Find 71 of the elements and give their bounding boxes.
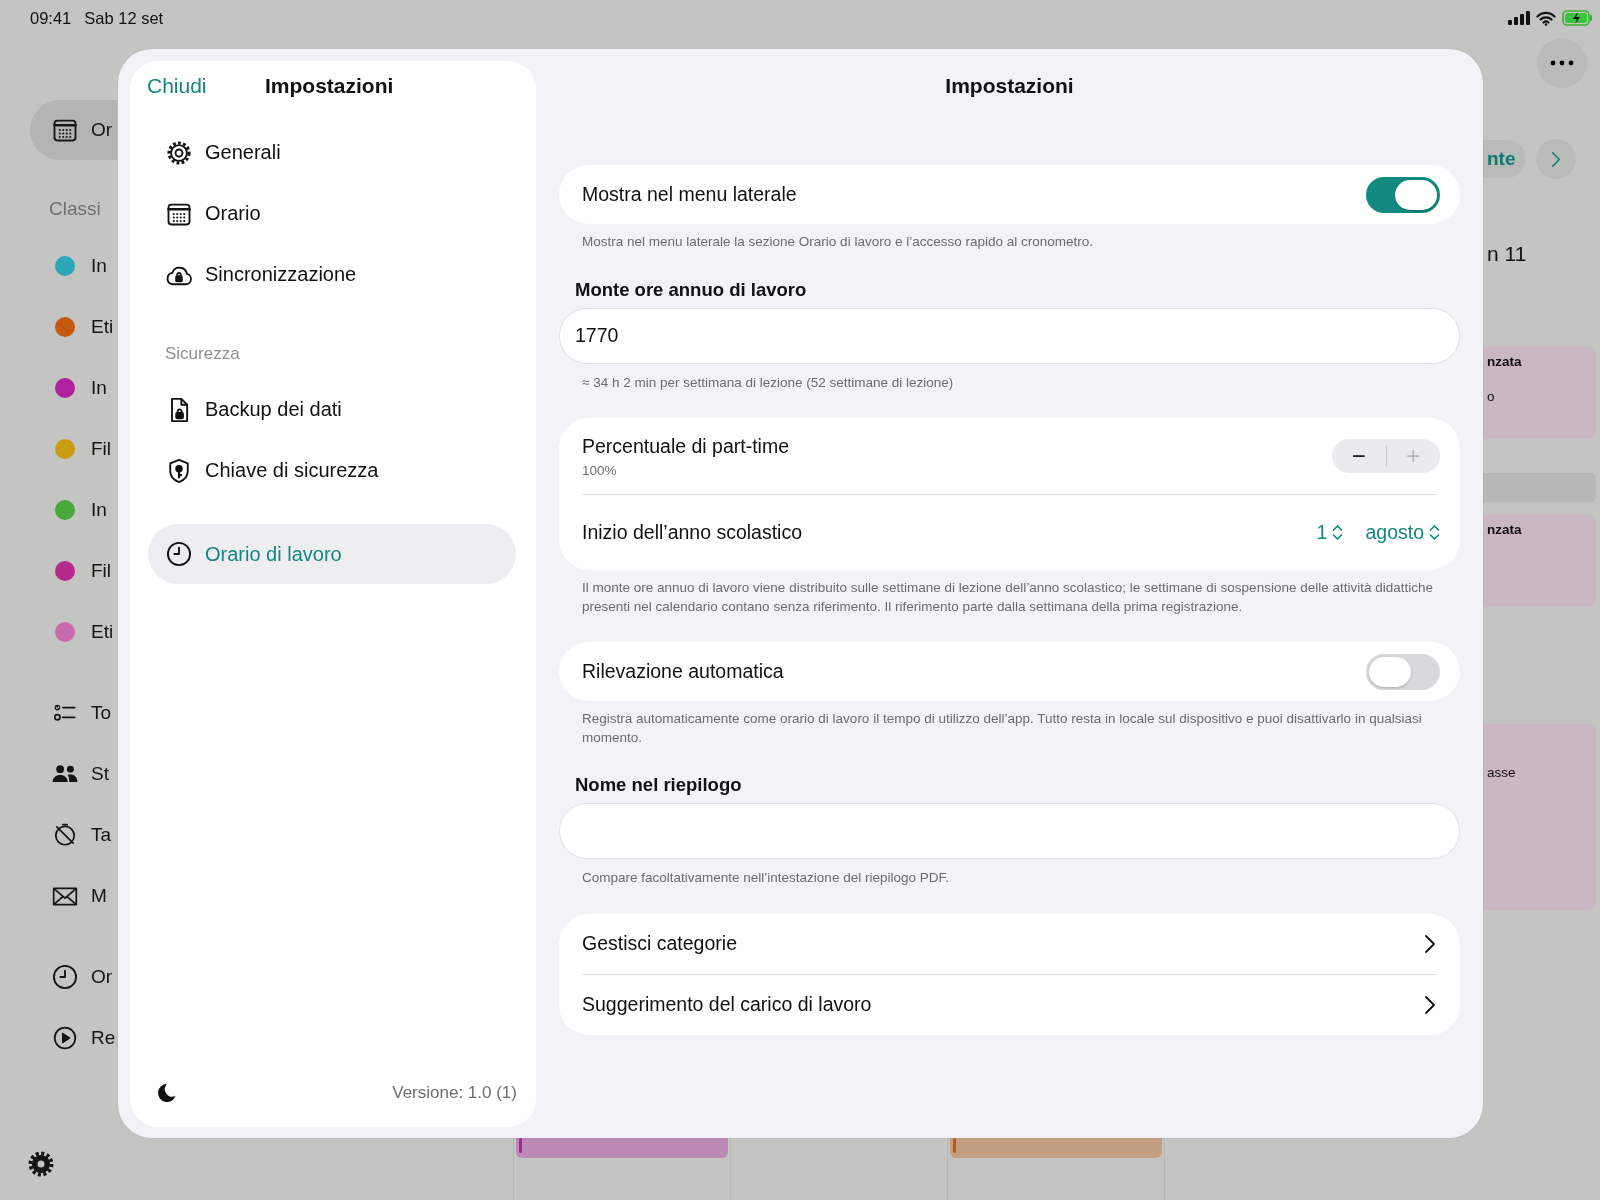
pane-title: Impostazioni: [944, 73, 1075, 99]
setting-label: Inizio dell’anno scolastico: [582, 521, 803, 544]
sidebar-item[interactable]: Re: [30, 1007, 117, 1068]
setting-detail: 100%: [582, 462, 618, 478]
sidebar-item[interactable]: To: [30, 682, 117, 743]
settings-nav-item[interactable]: Sincronizzazione: [130, 244, 536, 305]
sidebar-item[interactable]: Or: [30, 946, 117, 1007]
up-down-chevron-icon: [1332, 524, 1344, 541]
week-label: n 11: [1486, 241, 1528, 267]
more-button[interactable]: [1537, 38, 1587, 88]
section-header: Monte ore annuo di lavoro: [574, 277, 808, 302]
setting-label: Mostra nel menu laterale: [582, 183, 797, 206]
gear-icon: [27, 1150, 55, 1178]
link-row[interactable]: Gestisci categorie: [559, 913, 1460, 974]
sidebar-item[interactable]: Eti: [30, 296, 117, 357]
panel-title: Impostazioni: [265, 74, 394, 98]
picker-button[interactable]: 1: [1316, 521, 1344, 544]
section-header: Sicurezza: [164, 343, 241, 365]
footnote: Mostra nel menu laterale la sezione Orario di lavoro e l’accesso rapido al cronometro.: [581, 233, 1094, 251]
close-button[interactable]: Chiudi: [147, 74, 265, 98]
timer-off-icon: [52, 821, 78, 848]
version-label: Versione: 1.0 (1): [392, 1083, 517, 1103]
sidebar-item[interactable]: Fil: [30, 540, 117, 601]
sidebar-item[interactable]: St: [30, 743, 117, 804]
sidebar-item[interactable]: In: [30, 479, 117, 540]
up-down-chevron-icon: [1429, 524, 1440, 541]
sidebar-item[interactable]: Ta: [30, 804, 117, 865]
wifi-icon: [1536, 10, 1556, 26]
signal-icon: [1508, 11, 1530, 25]
sidebar-item[interactable]: M: [30, 865, 117, 926]
clock-icon: [165, 540, 193, 568]
event-detail: o: [1487, 388, 1496, 405]
event-title: nzata: [1487, 521, 1523, 538]
sidebar-item[interactable]: In: [30, 357, 117, 418]
settings-nav-item[interactable]: Orario: [130, 183, 536, 244]
gear-icon: [165, 138, 193, 167]
toggle-switch[interactable]: [1366, 653, 1440, 690]
sidebar-item[interactable]: In: [30, 235, 117, 296]
toggle-switch[interactable]: [1366, 176, 1440, 213]
event-detail: asse: [1487, 764, 1517, 781]
footnote: ≈ 34 h 2 min per settimana di lezione (52 settimane di lezione): [581, 373, 955, 392]
play-icon: [52, 1024, 78, 1051]
ellipsis-icon: [1550, 60, 1574, 66]
chevron-right-icon: [1424, 994, 1436, 1015]
footnote: Compare facoltativamente nell’intestazione del riepilogo PDF.: [581, 869, 950, 887]
decrement-button[interactable]: −: [1332, 445, 1386, 467]
link-row[interactable]: Suggerimento del carico di lavoro: [559, 974, 1460, 1035]
text-field[interactable]: 1770: [559, 307, 1460, 364]
footnote: Il monte ore annuo di lavoro viene distribuito sulle settimane di lezione dell’anno scolastico; le settimane di sospensione delle attività didattiche presenti nel calendario contano senza riferimento. Il riferimento parte dalla settimana della prima registrazione.: [581, 579, 1434, 616]
battery-icon: [1562, 10, 1594, 26]
setting-label: Rilevazione automatica: [582, 660, 784, 683]
setting-label: Percentuale di part-time: [582, 434, 790, 458]
next-button[interactable]: [1535, 139, 1576, 179]
settings-nav-item[interactable]: Backup dei dati: [130, 379, 536, 440]
settings-nav-item[interactable]: Generali: [130, 122, 536, 183]
event-title: nzata: [1487, 353, 1523, 370]
status-time: 09:41: [30, 8, 72, 28]
text-field[interactable]: [559, 803, 1460, 859]
picker-button[interactable]: agosto: [1365, 521, 1440, 544]
chevron-right-icon: [1424, 933, 1436, 954]
section-header: Nome nel riepilogo: [574, 773, 743, 797]
settings-nav-item[interactable]: Orario di lavoro: [148, 524, 516, 584]
sidebar-item[interactable]: Fil: [30, 418, 117, 479]
sidebar-item[interactable]: Or: [30, 100, 117, 160]
chevron-right-icon: [1550, 150, 1561, 168]
section-header: Classi: [48, 197, 102, 221]
status-date: Sab 12 set: [84, 8, 164, 28]
footnote: Registra automaticamente come orario di lavoro il tempo di utilizzo dell’app. Tutto resta in locale sul dispositivo e puoi disattivarlo in qualsiasi momento.: [581, 710, 1423, 747]
sidebar-item[interactable]: Eti: [30, 601, 117, 662]
settings-nav-item[interactable]: Chiave di sicurezza: [130, 440, 536, 501]
clock-icon: [51, 962, 79, 991]
